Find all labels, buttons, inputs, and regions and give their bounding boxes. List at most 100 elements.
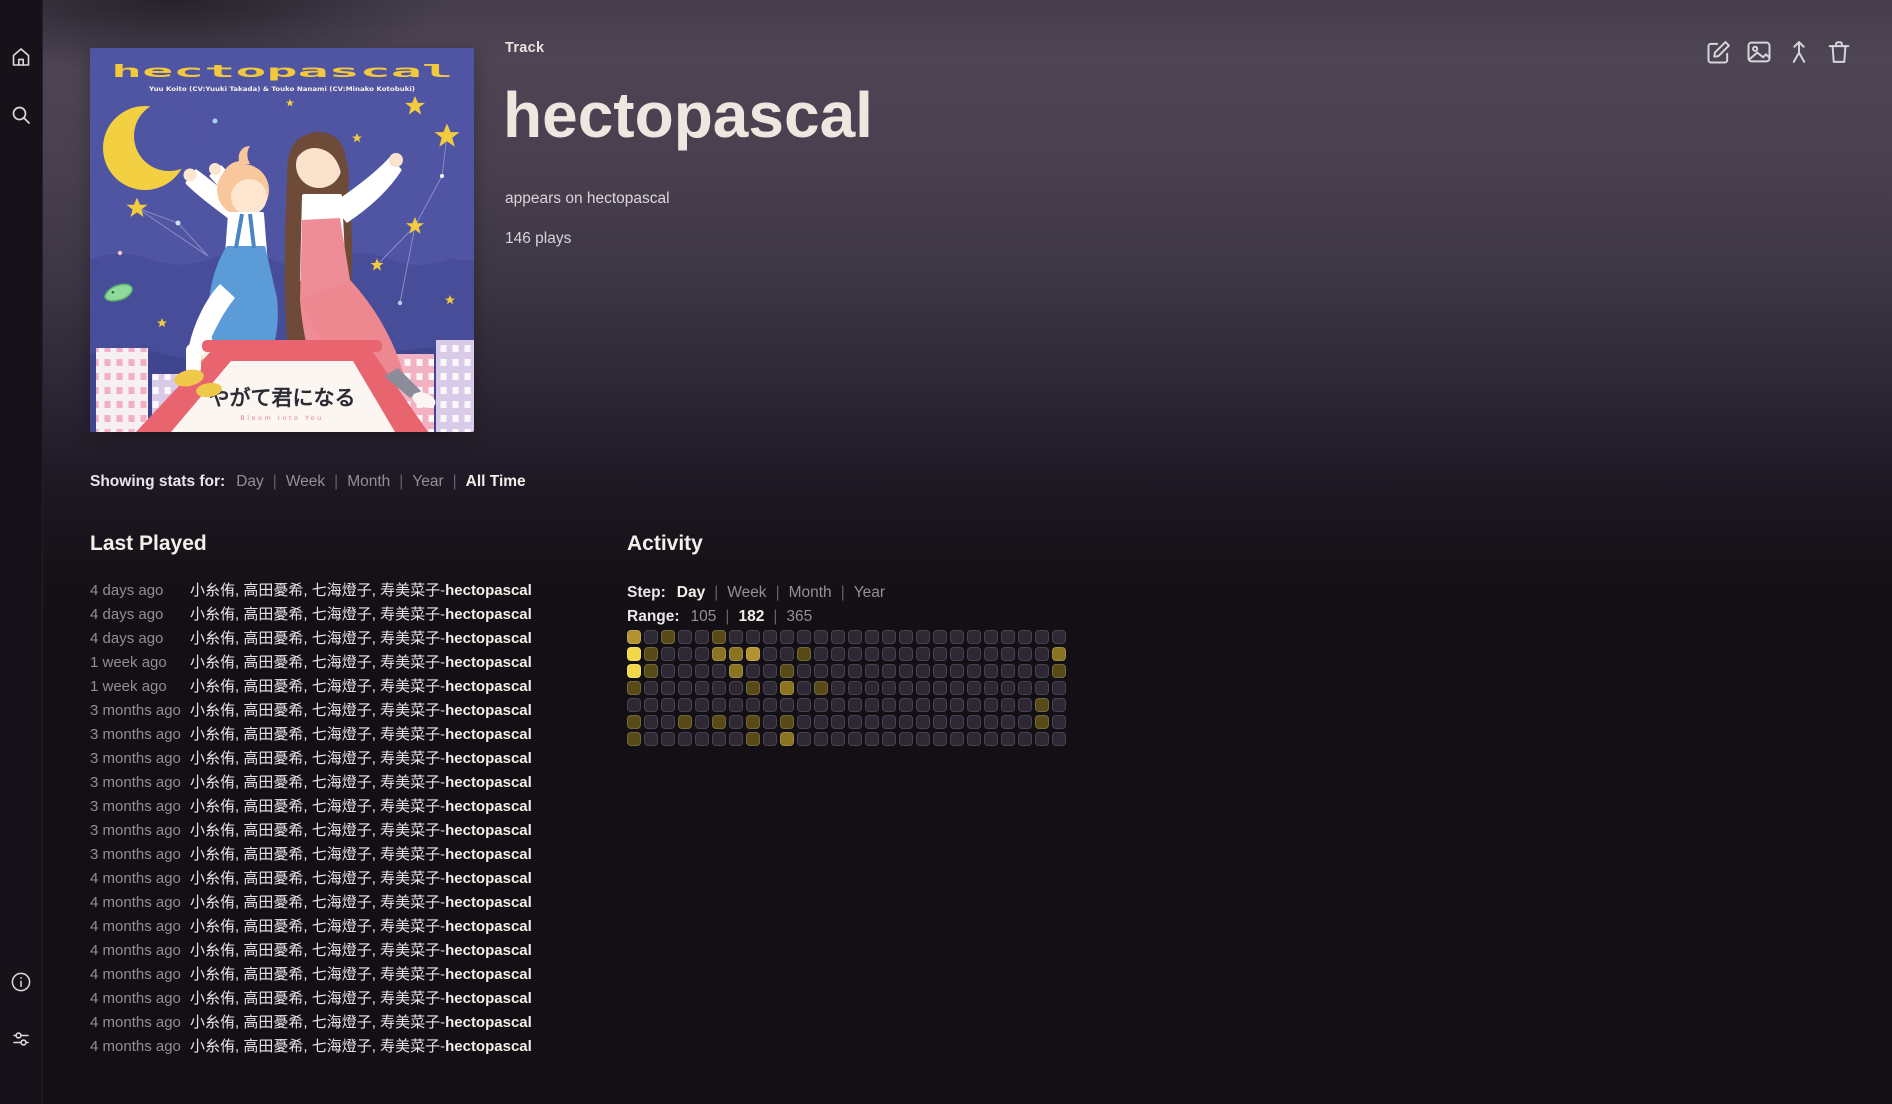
artist-link[interactable]: 七海燈子: [312, 942, 372, 959]
artist-link[interactable]: 高田憂希: [243, 702, 303, 719]
track-link[interactable]: hectopascal: [445, 939, 532, 963]
track-link[interactable]: hectopascal: [445, 843, 532, 867]
artist-link[interactable]: 高田憂希: [243, 582, 303, 599]
stats-option-all-time[interactable]: All Time: [466, 473, 526, 490]
track-link[interactable]: hectopascal: [445, 915, 532, 939]
artist-link[interactable]: 小糸侑: [190, 1038, 235, 1055]
artist-link[interactable]: 小糸侑: [190, 894, 235, 911]
artist-link[interactable]: 七海燈子: [312, 750, 372, 767]
range-option-365[interactable]: 365: [786, 608, 812, 625]
range-option-105[interactable]: 105: [691, 608, 717, 625]
track-link[interactable]: hectopascal: [445, 963, 532, 987]
merge-icon[interactable]: [1785, 38, 1813, 66]
artist-link[interactable]: 高田憂希: [243, 606, 303, 623]
artist-link[interactable]: 寿美菜子: [380, 702, 440, 719]
artist-link[interactable]: 寿美菜子: [380, 966, 440, 983]
artist-link[interactable]: 七海燈子: [312, 870, 372, 887]
artist-link[interactable]: 小糸侑: [190, 678, 235, 695]
artist-link[interactable]: 寿美菜子: [380, 942, 440, 959]
artist-link[interactable]: 小糸侑: [190, 1014, 235, 1031]
artist-link[interactable]: 小糸侑: [190, 750, 235, 767]
artist-link[interactable]: 七海燈子: [312, 726, 372, 743]
track-link[interactable]: hectopascal: [445, 1035, 532, 1059]
artist-link[interactable]: 小糸侑: [190, 702, 235, 719]
artist-link[interactable]: 高田憂希: [243, 990, 303, 1007]
artist-link[interactable]: 七海燈子: [312, 630, 372, 647]
artist-link[interactable]: 小糸侑: [190, 774, 235, 791]
artist-link[interactable]: 寿美菜子: [380, 678, 440, 695]
artist-link[interactable]: 小糸侑: [190, 822, 235, 839]
artist-link[interactable]: 高田憂希: [243, 1038, 303, 1055]
artist-link[interactable]: 七海燈子: [312, 990, 372, 1007]
artist-link[interactable]: 七海燈子: [312, 582, 372, 599]
artist-link[interactable]: 小糸侑: [190, 726, 235, 743]
artist-link[interactable]: 小糸侑: [190, 966, 235, 983]
artist-link[interactable]: 高田憂希: [243, 918, 303, 935]
artist-link[interactable]: 寿美菜子: [380, 726, 440, 743]
artist-link[interactable]: 高田憂希: [243, 798, 303, 815]
artist-link[interactable]: 寿美菜子: [380, 1038, 440, 1055]
track-link[interactable]: hectopascal: [445, 771, 532, 795]
track-link[interactable]: hectopascal: [445, 867, 532, 891]
track-link[interactable]: hectopascal: [445, 1011, 532, 1035]
track-link[interactable]: hectopascal: [445, 579, 532, 603]
artist-link[interactable]: 小糸侑: [190, 990, 235, 1007]
artist-link[interactable]: 寿美菜子: [380, 1014, 440, 1031]
album-link[interactable]: hectopascal: [587, 190, 670, 207]
artist-link[interactable]: 七海燈子: [312, 894, 372, 911]
artist-link[interactable]: 小糸侑: [190, 846, 235, 863]
artist-link[interactable]: 寿美菜子: [380, 990, 440, 1007]
artist-link[interactable]: 七海燈子: [312, 678, 372, 695]
stats-option-day[interactable]: Day: [236, 473, 264, 490]
track-link[interactable]: hectopascal: [445, 675, 532, 699]
home-icon[interactable]: [9, 45, 33, 69]
artist-link[interactable]: 七海燈子: [312, 798, 372, 815]
artist-link[interactable]: 小糸侑: [190, 942, 235, 959]
artist-link[interactable]: 寿美菜子: [380, 846, 440, 863]
track-link[interactable]: hectopascal: [445, 891, 532, 915]
artist-link[interactable]: 高田憂希: [243, 942, 303, 959]
stats-option-month[interactable]: Month: [347, 473, 390, 490]
range-option-182[interactable]: 182: [738, 608, 764, 625]
edit-icon[interactable]: [1705, 38, 1733, 66]
artist-link[interactable]: 小糸侑: [190, 582, 235, 599]
artist-link[interactable]: 寿美菜子: [380, 918, 440, 935]
artist-link[interactable]: 高田憂希: [243, 966, 303, 983]
stats-option-year[interactable]: Year: [412, 473, 443, 490]
artist-link[interactable]: 七海燈子: [312, 1014, 372, 1031]
artist-link[interactable]: 高田憂希: [243, 774, 303, 791]
artist-link[interactable]: 寿美菜子: [380, 822, 440, 839]
artist-link[interactable]: 七海燈子: [312, 702, 372, 719]
artist-link[interactable]: 七海燈子: [312, 966, 372, 983]
delete-icon[interactable]: [1825, 38, 1853, 66]
artist-link[interactable]: 高田憂希: [243, 630, 303, 647]
track-link[interactable]: hectopascal: [445, 819, 532, 843]
track-link[interactable]: hectopascal: [445, 723, 532, 747]
artist-link[interactable]: 七海燈子: [312, 774, 372, 791]
artist-link[interactable]: 七海燈子: [312, 846, 372, 863]
step-option-year[interactable]: Year: [854, 584, 885, 601]
artist-link[interactable]: 寿美菜子: [380, 630, 440, 647]
artist-link[interactable]: 寿美菜子: [380, 870, 440, 887]
artist-link[interactable]: 小糸侑: [190, 630, 235, 647]
artist-link[interactable]: 七海燈子: [312, 918, 372, 935]
artist-link[interactable]: 七海燈子: [312, 654, 372, 671]
artist-link[interactable]: 高田憂希: [243, 846, 303, 863]
settings-sliders-icon[interactable]: [9, 1027, 33, 1051]
artist-link[interactable]: 寿美菜子: [380, 750, 440, 767]
image-icon[interactable]: [1745, 38, 1773, 66]
artist-link[interactable]: 小糸侑: [190, 606, 235, 623]
artist-link[interactable]: 小糸侑: [190, 654, 235, 671]
artist-link[interactable]: 寿美菜子: [380, 774, 440, 791]
artist-link[interactable]: 高田憂希: [243, 750, 303, 767]
track-link[interactable]: hectopascal: [445, 747, 532, 771]
artist-link[interactable]: 小糸侑: [190, 870, 235, 887]
track-link[interactable]: hectopascal: [445, 603, 532, 627]
artist-link[interactable]: 寿美菜子: [380, 582, 440, 599]
artist-link[interactable]: 高田憂希: [243, 870, 303, 887]
artist-link[interactable]: 高田憂希: [243, 654, 303, 671]
artist-link[interactable]: 高田憂希: [243, 1014, 303, 1031]
track-link[interactable]: hectopascal: [445, 699, 532, 723]
artist-link[interactable]: 高田憂希: [243, 822, 303, 839]
track-link[interactable]: hectopascal: [445, 627, 532, 651]
